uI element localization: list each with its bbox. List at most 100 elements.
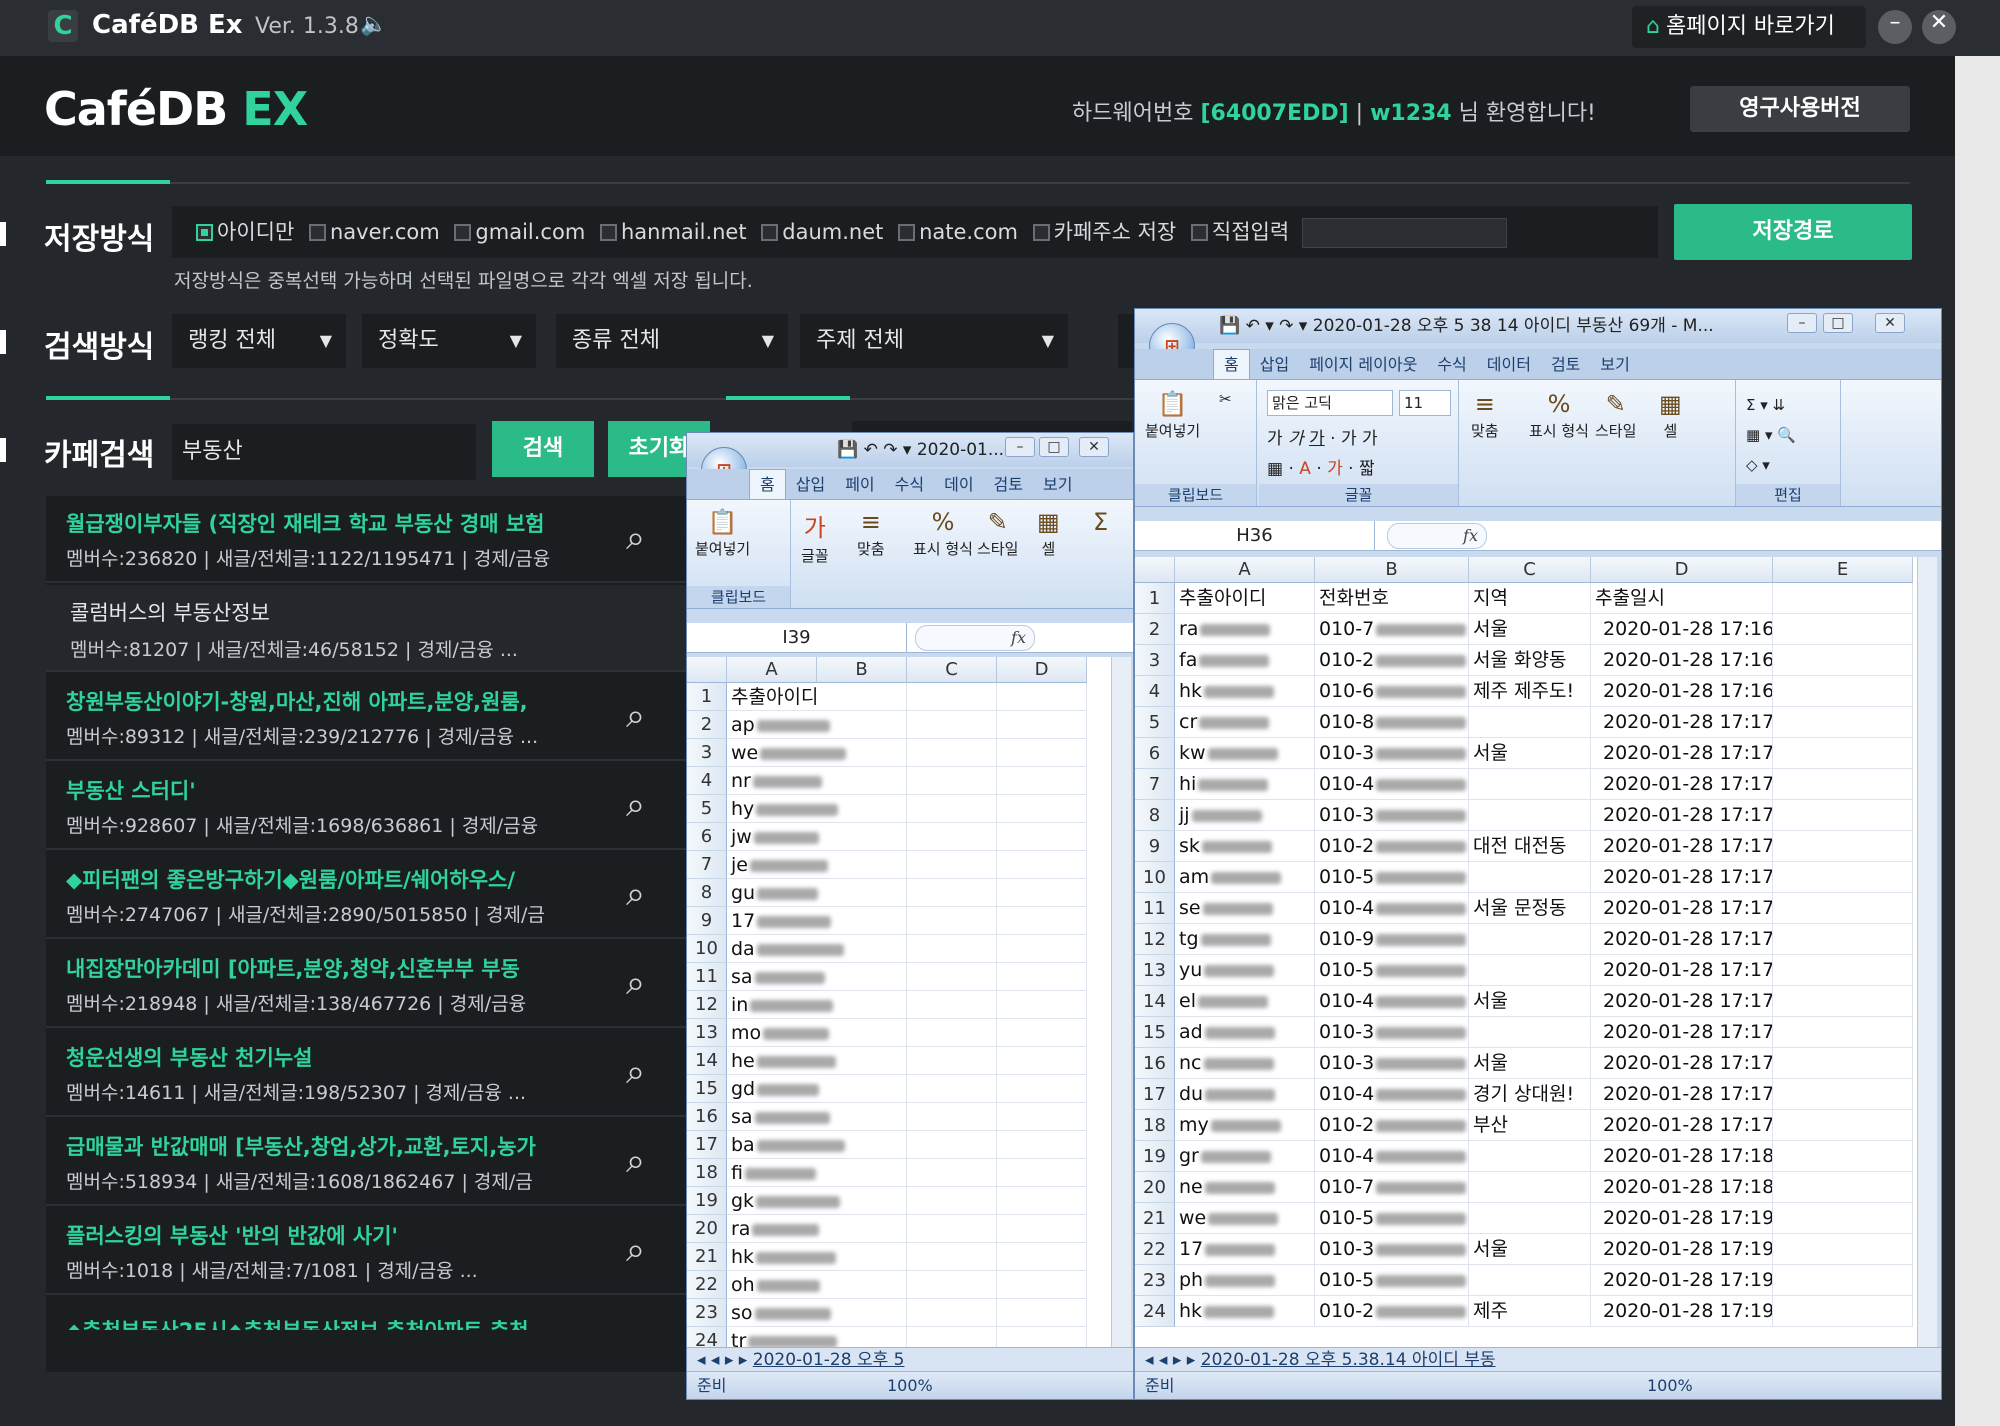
align-button[interactable]: ≡ 맞춤 xyxy=(1471,390,1499,441)
cell[interactable] xyxy=(907,851,997,879)
font-name-select[interactable]: 맑은 고딕 xyxy=(1267,390,1393,416)
cell[interactable] xyxy=(1773,831,1913,862)
list-item[interactable]: 내집장만아카데미 [아파트,분양,청약,신혼부부 부동 멤버수:218948 | … xyxy=(46,941,686,1028)
cell[interactable] xyxy=(907,1215,997,1243)
fx-icon[interactable]: fx xyxy=(1387,523,1487,549)
cell[interactable] xyxy=(817,1047,907,1075)
cell[interactable] xyxy=(1773,676,1913,707)
cell[interactable] xyxy=(817,1271,907,1299)
cell[interactable]: ra xyxy=(727,1215,820,1243)
row-header[interactable]: 17 xyxy=(1135,1079,1175,1110)
tab-review[interactable]: 검토 xyxy=(984,470,1033,499)
cell[interactable] xyxy=(817,739,907,767)
cell[interactable]: gk xyxy=(727,1187,841,1215)
cell[interactable]: 2020-01-28 17:17 xyxy=(1591,1110,1773,1141)
cell[interactable]: 010-2 xyxy=(1315,1296,1469,1327)
cell[interactable]: 010-6 xyxy=(1315,676,1469,707)
row-header[interactable]: 2 xyxy=(1135,614,1175,645)
cell[interactable] xyxy=(1773,800,1913,831)
cell[interactable] xyxy=(817,1215,907,1243)
cell[interactable]: ne xyxy=(1175,1172,1315,1203)
cell[interactable]: 010-5 xyxy=(1315,1265,1469,1296)
cell[interactable] xyxy=(1773,769,1913,800)
cell[interactable]: nr xyxy=(727,767,822,795)
cell[interactable]: ba xyxy=(727,1131,845,1159)
cell[interactable]: ap xyxy=(727,711,830,739)
checkbox-nate[interactable] xyxy=(898,224,916,241)
search-icon[interactable]: ⌕ xyxy=(626,1141,645,1181)
cell[interactable] xyxy=(997,907,1087,935)
cell[interactable]: 제주 xyxy=(1469,1296,1591,1327)
cell[interactable] xyxy=(907,767,997,795)
tab-home[interactable]: 홈 xyxy=(1213,349,1250,379)
search-button[interactable]: 검색 xyxy=(492,421,594,477)
cell[interactable]: tr xyxy=(727,1327,838,1347)
cell[interactable]: 서울 화양동 xyxy=(1469,645,1591,676)
tab-view[interactable]: 보기 xyxy=(1033,470,1082,499)
row-header[interactable]: 12 xyxy=(687,991,727,1019)
style-button[interactable]: ✎ 스타일 xyxy=(1595,390,1636,441)
cell[interactable]: 2020-01-28 17:17 xyxy=(1591,955,1773,986)
cell[interactable] xyxy=(1773,645,1913,676)
cell[interactable]: hy xyxy=(727,795,839,823)
cell[interactable]: 2020-01-28 17:17 xyxy=(1591,1079,1773,1110)
sheet-grid-large[interactable]: A B C D E 1 추출아이디 전화번호 지역 추출일시 2 ra 010-7 서울 2020-01-2… xyxy=(1135,557,1917,1347)
column-header[interactable]: D xyxy=(997,657,1087,683)
cell[interactable] xyxy=(907,935,997,963)
cell[interactable]: 부산 xyxy=(1469,1110,1591,1141)
column-header[interactable]: B xyxy=(817,657,907,683)
row-header[interactable]: 16 xyxy=(1135,1048,1175,1079)
tab-view[interactable]: 보기 xyxy=(1590,350,1639,379)
cafe-search-input[interactable]: 부동산 xyxy=(172,424,476,480)
checkbox-direct-input[interactable] xyxy=(1190,224,1208,241)
cell[interactable] xyxy=(817,1103,907,1131)
cell[interactable]: 서울 문정동 xyxy=(1469,893,1591,924)
cell[interactable] xyxy=(817,851,907,879)
cell[interactable] xyxy=(997,1187,1087,1215)
cell[interactable] xyxy=(817,1243,907,1271)
row-header[interactable]: 8 xyxy=(687,879,727,907)
row-header[interactable]: 13 xyxy=(1135,955,1175,986)
row-header[interactable]: 22 xyxy=(1135,1234,1175,1265)
row-header[interactable]: 6 xyxy=(687,823,727,851)
cell[interactable] xyxy=(1469,1172,1591,1203)
cell[interactable]: yu xyxy=(1175,955,1315,986)
cell[interactable]: el xyxy=(1175,986,1315,1017)
cell[interactable] xyxy=(817,963,907,991)
tab-data[interactable]: 데이 xyxy=(934,470,983,499)
row-header[interactable]: 3 xyxy=(1135,645,1175,676)
cell[interactable] xyxy=(1773,862,1913,893)
minimize-button[interactable]: – xyxy=(1787,313,1817,333)
cell[interactable]: je xyxy=(727,851,828,879)
cell[interactable]: 010-4 xyxy=(1315,1141,1469,1172)
tab-insert[interactable]: 삽입 xyxy=(786,470,835,499)
cell[interactable] xyxy=(817,795,907,823)
row-header[interactable]: 13 xyxy=(687,1019,727,1047)
sheet-grid-small[interactable]: A B C D 1 추출아이디 2 ap 3 we 4 nr 5 hy 6 jw 7 je 8 gu 9 17 10 da 11… xyxy=(687,657,1111,1347)
cell[interactable] xyxy=(1773,1265,1913,1296)
cell[interactable]: gu xyxy=(727,879,819,907)
cell[interactable] xyxy=(907,963,997,991)
sheet-tab[interactable]: 2020-01-28 오후 5.38.14 아이디 부동 xyxy=(1201,1350,1496,1370)
cell[interactable] xyxy=(817,1299,907,1327)
cell[interactable]: 010-3 xyxy=(1315,1017,1469,1048)
cell[interactable]: 지역 xyxy=(1469,583,1591,614)
list-item[interactable]: 콜럼버스의 부동산정보 멤버수:81207 | 새글/전체글:46/58152 |… xyxy=(46,585,686,672)
tab-insert[interactable]: 삽입 xyxy=(1250,350,1299,379)
cell[interactable]: 추출아이디 xyxy=(1175,583,1315,614)
cell[interactable] xyxy=(1773,583,1913,614)
style-button[interactable]: ✎ 스타일 xyxy=(977,508,1018,559)
cell[interactable] xyxy=(997,1131,1087,1159)
cell[interactable] xyxy=(817,1019,907,1047)
save-icon[interactable]: 💾 xyxy=(837,440,858,460)
cell[interactable]: hk xyxy=(1175,1296,1315,1327)
row-header[interactable]: 8 xyxy=(1135,800,1175,831)
cell[interactable]: we xyxy=(1175,1203,1315,1234)
cell[interactable]: fi xyxy=(727,1159,817,1187)
row-header[interactable]: 20 xyxy=(687,1215,727,1243)
row-header[interactable]: 5 xyxy=(687,795,727,823)
cell[interactable] xyxy=(997,683,1087,711)
column-header[interactable]: E xyxy=(1773,557,1913,583)
row-header[interactable]: 18 xyxy=(687,1159,727,1187)
cell[interactable]: 2020-01-28 17:17 xyxy=(1591,831,1773,862)
